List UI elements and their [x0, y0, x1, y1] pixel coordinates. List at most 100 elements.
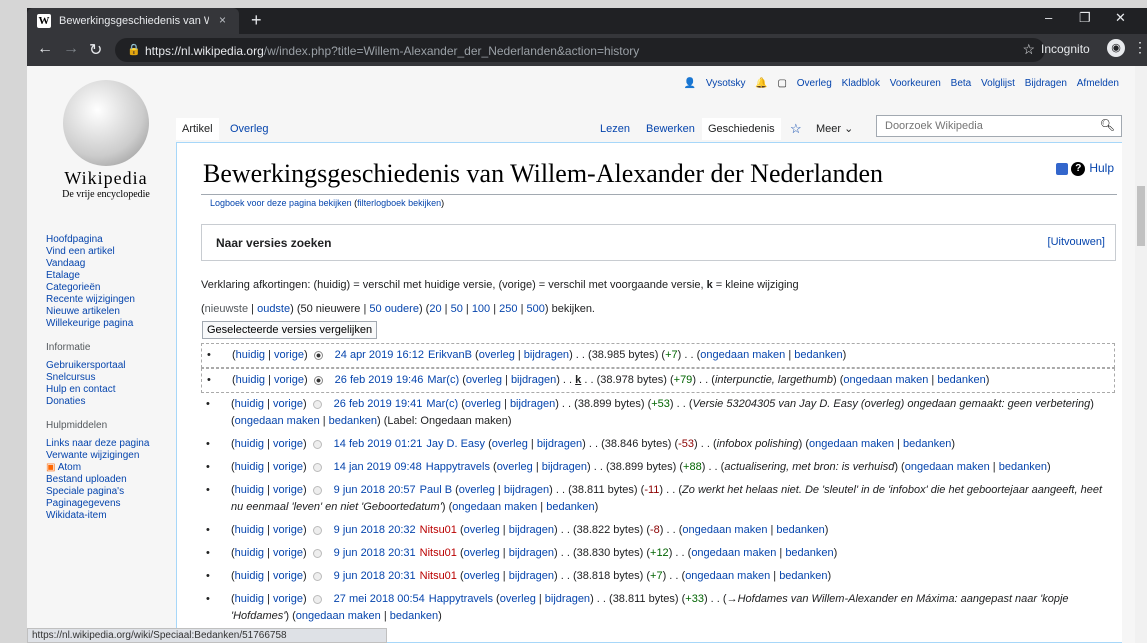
revision-date[interactable]: 14 jan 2019 09:48 — [334, 461, 422, 473]
bookmark-star-icon[interactable]: ☆ — [1022, 41, 1035, 58]
user-talk-link[interactable]: overleg — [497, 461, 533, 473]
sidebar-item-recente-wijzigingen[interactable]: Recente wijzigingen — [46, 294, 186, 306]
thank-link[interactable]: bedanken — [999, 461, 1047, 473]
notifications-bell-icon[interactable]: 🔔 — [755, 78, 767, 89]
user-talk-link[interactable]: overleg — [465, 398, 501, 410]
revision-date[interactable]: 24 apr 2019 16:12 — [335, 349, 424, 361]
personal-link-talk[interactable]: Overleg — [797, 78, 832, 89]
personal-link-contributions[interactable]: Bijdragen — [1025, 78, 1067, 89]
new-tab-button[interactable]: + — [251, 10, 262, 31]
undo-link[interactable]: ongedaan maken — [905, 461, 990, 473]
personal-link-logout[interactable]: Afmelden — [1077, 78, 1119, 89]
tab-geschiedenis[interactable]: Geschiedenis — [702, 118, 781, 140]
personal-link-beta[interactable]: Beta — [951, 78, 972, 89]
pager-size-100[interactable]: 100 — [472, 303, 490, 315]
revision-date[interactable]: 26 feb 2019 19:41 — [334, 398, 423, 410]
undo-link[interactable]: ongedaan maken — [809, 438, 894, 450]
sidebar-item-paginagegevens[interactable]: Paginagegevens — [46, 498, 186, 510]
diff-previous-link[interactable]: vorige — [273, 593, 303, 605]
menu-dots-icon[interactable]: ⋮ — [1133, 39, 1147, 56]
back-arrow-icon[interactable]: ← — [37, 40, 53, 58]
sidebar-item-atom[interactable]: ▣ Atom — [46, 462, 186, 474]
revision-date[interactable]: 9 jun 2018 20:31 — [334, 570, 416, 582]
pager-size-50[interactable]: 50 — [451, 303, 463, 315]
radio-old[interactable] — [312, 462, 322, 472]
diff-current-link[interactable]: huidig — [236, 349, 265, 361]
diff-current-link[interactable]: huidig — [235, 461, 264, 473]
pager-size-250[interactable]: 250 — [499, 303, 517, 315]
thank-link[interactable]: bedanken — [546, 501, 594, 513]
diff-previous-link[interactable]: vorige — [273, 570, 303, 582]
pager-size-500[interactable]: 500 — [527, 303, 545, 315]
radio-old[interactable] — [312, 399, 322, 409]
sidebar-item-hulp[interactable]: Hulp en contact — [46, 384, 186, 396]
radio-old[interactable] — [312, 439, 322, 449]
undo-link[interactable]: ongedaan maken — [691, 547, 776, 559]
sidebar-item-etalage[interactable]: Etalage — [46, 270, 186, 282]
close-window-button[interactable]: ✕ — [1115, 10, 1126, 26]
revision-date[interactable]: 9 jun 2018 20:31 — [334, 547, 416, 559]
undo-link[interactable]: ongedaan maken — [235, 415, 320, 427]
thank-link[interactable]: bedanken — [779, 570, 827, 582]
user-talk-link[interactable]: overleg — [464, 570, 500, 582]
diff-current-link[interactable]: huidig — [235, 593, 264, 605]
user-contribs-link[interactable]: bijdragen — [524, 349, 569, 361]
revision-user[interactable]: Nitsu01 — [420, 547, 457, 559]
tab-overleg[interactable]: Overleg — [224, 118, 275, 140]
user-link[interactable]: 👤 Vysotsky — [684, 78, 746, 89]
diff-previous-link[interactable]: vorige — [273, 484, 303, 496]
sidebar-item-donaties[interactable]: Donaties — [46, 396, 186, 408]
thank-link[interactable]: bedanken — [937, 374, 985, 386]
minimize-button[interactable]: – — [1045, 10, 1052, 25]
scrollbar[interactable] — [1135, 66, 1147, 643]
thank-link[interactable]: bedanken — [390, 610, 438, 622]
undo-link[interactable]: ongedaan maken — [682, 524, 767, 536]
sidebar-item-categorieen[interactable]: Categorieën — [46, 282, 186, 294]
undo-link[interactable]: ongedaan maken — [685, 570, 770, 582]
sidebar-item-wikidata[interactable]: Wikidata-item — [46, 510, 186, 522]
notices-tray-icon[interactable]: ▢ — [778, 78, 787, 89]
radio-new[interactable] — [313, 350, 323, 360]
thank-link[interactable]: bedanken — [903, 438, 951, 450]
personal-link-watchlist[interactable]: Volglijst — [981, 78, 1015, 89]
radio-old[interactable] — [312, 525, 322, 535]
revision-date[interactable]: 9 jun 2018 20:57 — [334, 484, 416, 496]
revision-user[interactable]: ErikvanB — [428, 349, 472, 361]
browser-tab[interactable]: W Bewerkingsgeschiedenis van Will × — [27, 8, 239, 34]
address-bar[interactable]: 🔒 https://nl.wikipedia.org/w/index.php?t… — [115, 38, 1045, 62]
user-talk-link[interactable]: overleg — [479, 349, 515, 361]
user-contribs-link[interactable]: bijdragen — [509, 524, 554, 536]
sidebar-item-speciale[interactable]: Speciale pagina's — [46, 486, 186, 498]
personal-link-preferences[interactable]: Voorkeuren — [890, 78, 941, 89]
tab-bewerken[interactable]: Bewerken — [640, 118, 701, 140]
revision-user[interactable]: Mar(c) — [426, 398, 458, 410]
diff-current-link[interactable]: huidig — [235, 484, 264, 496]
diff-previous-link[interactable]: vorige — [274, 349, 304, 361]
sidebar-item-vandaag[interactable]: Vandaag — [46, 258, 186, 270]
revision-user[interactable]: Nitsu01 — [420, 570, 457, 582]
filter-log-link[interactable]: filterlogboek bekijken — [357, 198, 441, 208]
revision-user[interactable]: Jay D. Easy — [426, 438, 485, 450]
sidebar-item-hoofdpagina[interactable]: Hoofdpagina — [46, 234, 186, 246]
close-tab-icon[interactable]: × — [219, 13, 226, 27]
forward-arrow-icon[interactable]: → — [63, 40, 79, 58]
revision-user[interactable]: Nitsu01 — [420, 524, 457, 536]
undo-link[interactable]: ongedaan maken — [296, 610, 381, 622]
revision-user[interactable]: Mar(c) — [427, 374, 459, 386]
sidebar-item-snelcursus[interactable]: Snelcursus — [46, 372, 186, 384]
user-talk-link[interactable]: overleg — [464, 524, 500, 536]
undo-link[interactable]: ongedaan maken — [700, 349, 785, 361]
user-contribs-link[interactable]: bijdragen — [537, 438, 582, 450]
user-talk-link[interactable]: overleg — [466, 374, 502, 386]
thank-link[interactable]: bedanken — [776, 524, 824, 536]
personal-link-sandbox[interactable]: Kladblok — [842, 78, 880, 89]
user-talk-link[interactable]: overleg — [492, 438, 528, 450]
user-contribs-link[interactable]: bijdragen — [509, 547, 554, 559]
undo-link[interactable]: ongedaan maken — [452, 501, 537, 513]
watch-star-icon[interactable]: ☆ — [784, 118, 808, 140]
search-input[interactable] — [883, 117, 1103, 135]
pager-size-20[interactable]: 20 — [429, 303, 441, 315]
user-talk-link[interactable]: overleg — [459, 484, 495, 496]
sidebar-item-gebruikersportaal[interactable]: Gebruikersportaal — [46, 360, 186, 372]
user-contribs-link[interactable]: bijdragen — [504, 484, 549, 496]
